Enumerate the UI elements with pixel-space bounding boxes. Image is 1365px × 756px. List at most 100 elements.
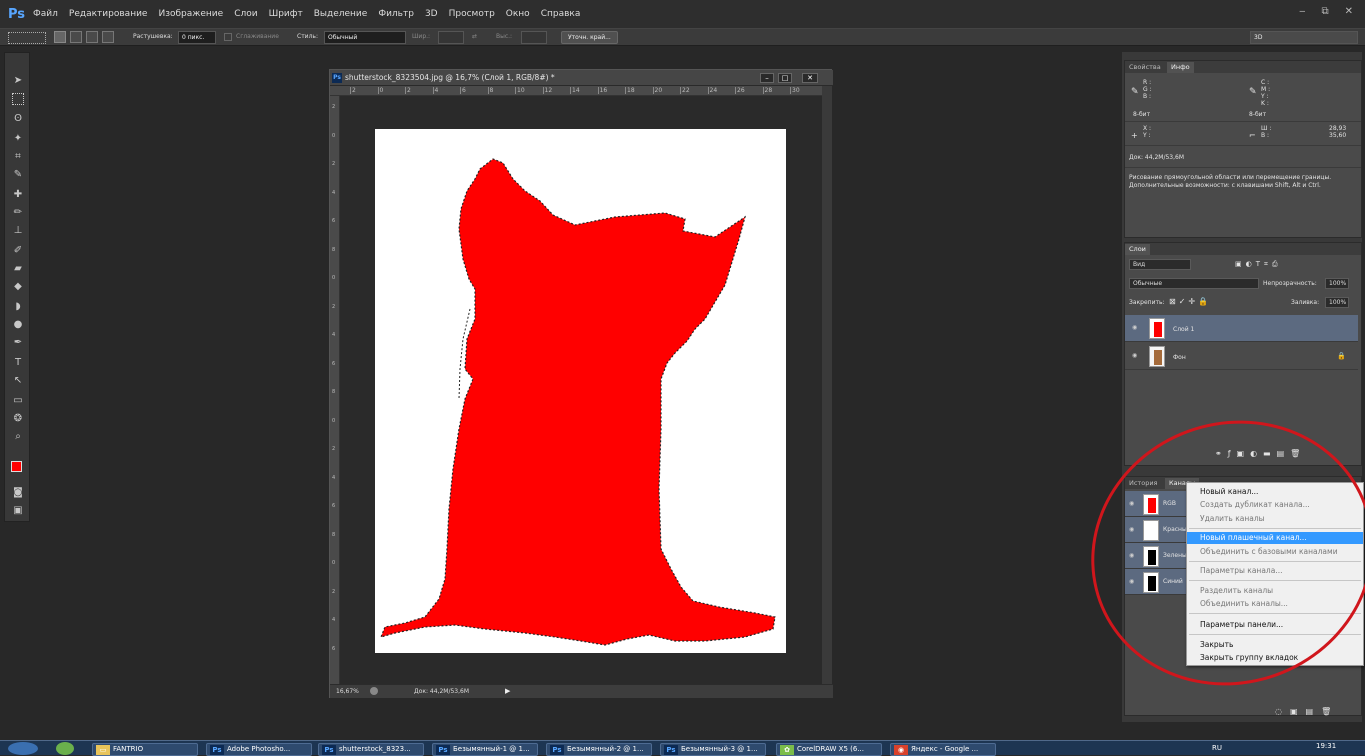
restore-button[interactable]: ⧉	[1321, 6, 1328, 17]
zoom-level[interactable]: 16,67%	[336, 688, 359, 695]
status-icon[interactable]	[370, 687, 378, 695]
refine-edge-button[interactable]: Уточн. край...	[561, 31, 618, 44]
channel-footer-icons[interactable]: ◌▣▤🗑	[1275, 707, 1339, 716]
doc-minimize-button[interactable]: –	[760, 73, 774, 83]
feather-input[interactable]: 0 пикс.	[178, 31, 216, 44]
channel-row-rgb[interactable]: ◉ RGB	[1125, 491, 1187, 517]
quick-mask-icon[interactable]: ◙	[10, 485, 26, 501]
status-arrow-icon[interactable]: ▶	[505, 687, 510, 695]
minimize-button[interactable]: ‒	[1299, 6, 1305, 17]
menu-split-channels[interactable]: Разделить каналы	[1187, 585, 1363, 597]
blend-mode-select[interactable]: Обычные	[1129, 278, 1259, 289]
brush-tool-icon[interactable]: ✏	[10, 205, 26, 221]
menu-image[interactable]: Изображение	[158, 9, 223, 19]
crop-tool-icon[interactable]: ⌗	[10, 149, 26, 165]
type-tool-icon[interactable]: T	[10, 355, 26, 371]
add-selection-icon[interactable]	[70, 31, 82, 43]
menu-edit[interactable]: Редактирование	[69, 9, 148, 19]
doc-close-button[interactable]: ✕	[802, 73, 818, 83]
taskbar-button[interactable]: ✿ CorelDRAW X5 (6...	[776, 743, 882, 756]
menu-duplicate-channel[interactable]: Создать дубликат канала...	[1187, 499, 1363, 511]
foreground-color-swatch[interactable]	[11, 461, 22, 472]
3d-tool-icon[interactable]: ❂	[10, 411, 26, 427]
taskbar-button[interactable]: Ps shutterstock_8323...	[318, 743, 424, 756]
layer-row-layer1[interactable]: ◉ Слой 1	[1125, 315, 1358, 342]
taskbar-button[interactable]: Ps Adobe Photosho...	[206, 743, 312, 756]
menu-channel-options[interactable]: Параметры канала...	[1187, 565, 1363, 577]
visibility-eye-icon[interactable]: ◉	[1132, 324, 1137, 331]
menu-filter[interactable]: Фильтр	[378, 9, 414, 19]
new-selection-icon[interactable]	[54, 31, 66, 43]
lock-icons[interactable]: ⊠✓✛🔒	[1169, 297, 1211, 306]
app-launcher-icon[interactable]	[56, 742, 74, 755]
swap-icon[interactable]: ⇄	[472, 33, 477, 40]
taskbar-button[interactable]: Ps Безымянный-1 @ 1...	[432, 743, 538, 756]
height-input[interactable]	[521, 31, 547, 44]
close-button[interactable]: ✕	[1345, 6, 1353, 17]
layer-row-background[interactable]: ◉ Фон 🔒	[1125, 343, 1358, 370]
visibility-eye-icon[interactable]: ◉	[1129, 552, 1134, 559]
visibility-eye-icon[interactable]: ◉	[1129, 578, 1134, 585]
horizontal-ruler[interactable]: 2 0 2 4 6 8 10 12 14 16 18 20 22 24 26 28 30	[330, 86, 822, 96]
menu-layers[interactable]: Слои	[234, 9, 257, 19]
tab-history[interactable]: История	[1125, 478, 1161, 489]
visibility-eye-icon[interactable]: ◉	[1132, 352, 1137, 359]
taskbar-button[interactable]: Ps Безымянный-2 @ 1...	[546, 743, 652, 756]
menu-help[interactable]: Справка	[541, 9, 581, 19]
channel-row-red[interactable]: ◉ Красный	[1125, 517, 1191, 543]
marquee-preset-picker[interactable]	[8, 32, 46, 44]
channel-row-green[interactable]: ◉ Зеленый	[1125, 543, 1191, 569]
menu-new-spot-channel[interactable]: Новый плашечный канал...	[1187, 532, 1363, 544]
subtract-selection-icon[interactable]	[86, 31, 98, 43]
tab-info[interactable]: Инфо	[1167, 62, 1194, 73]
document-canvas[interactable]	[375, 129, 786, 653]
eyedropper-tool-icon[interactable]: ✎	[10, 167, 26, 183]
tab-layers[interactable]: Слои	[1125, 244, 1150, 255]
lasso-tool-icon[interactable]: ʘ	[10, 111, 26, 127]
screen-mode-icon[interactable]: ▣	[10, 503, 26, 519]
dodge-tool-icon[interactable]: ●	[10, 317, 26, 333]
menu-window[interactable]: Окно	[506, 9, 530, 19]
visibility-eye-icon[interactable]: ◉	[1129, 500, 1134, 507]
clone-stamp-tool-icon[interactable]: ⊥	[10, 223, 26, 239]
width-input[interactable]	[438, 31, 464, 44]
antialias-checkbox[interactable]	[224, 33, 232, 41]
intersect-selection-icon[interactable]	[102, 31, 114, 43]
healing-brush-tool-icon[interactable]: ✚	[10, 187, 26, 203]
rect-marquee-tool-icon[interactable]	[12, 93, 24, 105]
clock[interactable]: 19:31	[1316, 742, 1336, 750]
move-tool-icon[interactable]: ➤	[10, 73, 26, 89]
blur-tool-icon[interactable]: ◗	[10, 299, 26, 315]
document-title-bar[interactable]: Ps shutterstock_8323504.jpg @ 16,7% (Сло…	[330, 70, 833, 86]
vertical-scrollbar[interactable]	[822, 86, 832, 684]
zoom-tool-icon[interactable]: ⌕	[10, 429, 26, 445]
eraser-tool-icon[interactable]: ▰	[10, 261, 26, 277]
menu-panel-options[interactable]: Параметры панели...	[1187, 619, 1363, 631]
vertical-ruler[interactable]: 2 0 2 4 6 8 0 2 4 6 8 0 2 4 6 8 0 2 4 6	[330, 96, 340, 684]
menu-merge-channels[interactable]: Объединить каналы...	[1187, 598, 1363, 610]
workspace-select[interactable]: 3D	[1250, 31, 1358, 44]
visibility-eye-icon[interactable]: ◉	[1129, 526, 1134, 533]
taskbar-button[interactable]: ◉ Яндекс - Google ...	[890, 743, 996, 756]
menu-close[interactable]: Закрыть	[1187, 639, 1363, 651]
layer-filter-icons[interactable]: ▣◐T⌗⎙	[1235, 260, 1282, 269]
shape-tool-icon[interactable]: ▭	[10, 393, 26, 409]
layer-filter-select[interactable]: Вид	[1129, 259, 1191, 270]
menu-3d[interactable]: 3D	[425, 9, 438, 19]
menu-close-tab-group[interactable]: Закрыть группу вкладок	[1187, 652, 1363, 664]
gradient-tool-icon[interactable]: ◆	[10, 279, 26, 295]
magic-wand-tool-icon[interactable]: ✦	[10, 131, 26, 147]
taskbar-button[interactable]: Ps Безымянный-3 @ 1...	[660, 743, 766, 756]
menu-new-channel[interactable]: Новый канал...	[1187, 486, 1363, 498]
language-indicator[interactable]: RU	[1212, 744, 1222, 752]
doc-maximize-button[interactable]: □	[778, 73, 792, 83]
menu-file[interactable]: Файл	[33, 9, 58, 19]
tab-properties[interactable]: Свойства	[1125, 62, 1165, 73]
layer-footer-icons[interactable]: ⚭ƒ▣◐▬▤🗑	[1215, 449, 1306, 458]
menu-select[interactable]: Выделение	[314, 9, 368, 19]
fill-input[interactable]: 100%	[1325, 297, 1349, 308]
path-selection-tool-icon[interactable]: ↖	[10, 373, 26, 389]
menu-delete-channels[interactable]: Удалить каналы	[1187, 513, 1363, 525]
style-select[interactable]: Обычный	[324, 31, 406, 44]
pen-tool-icon[interactable]: ✒	[10, 335, 26, 351]
